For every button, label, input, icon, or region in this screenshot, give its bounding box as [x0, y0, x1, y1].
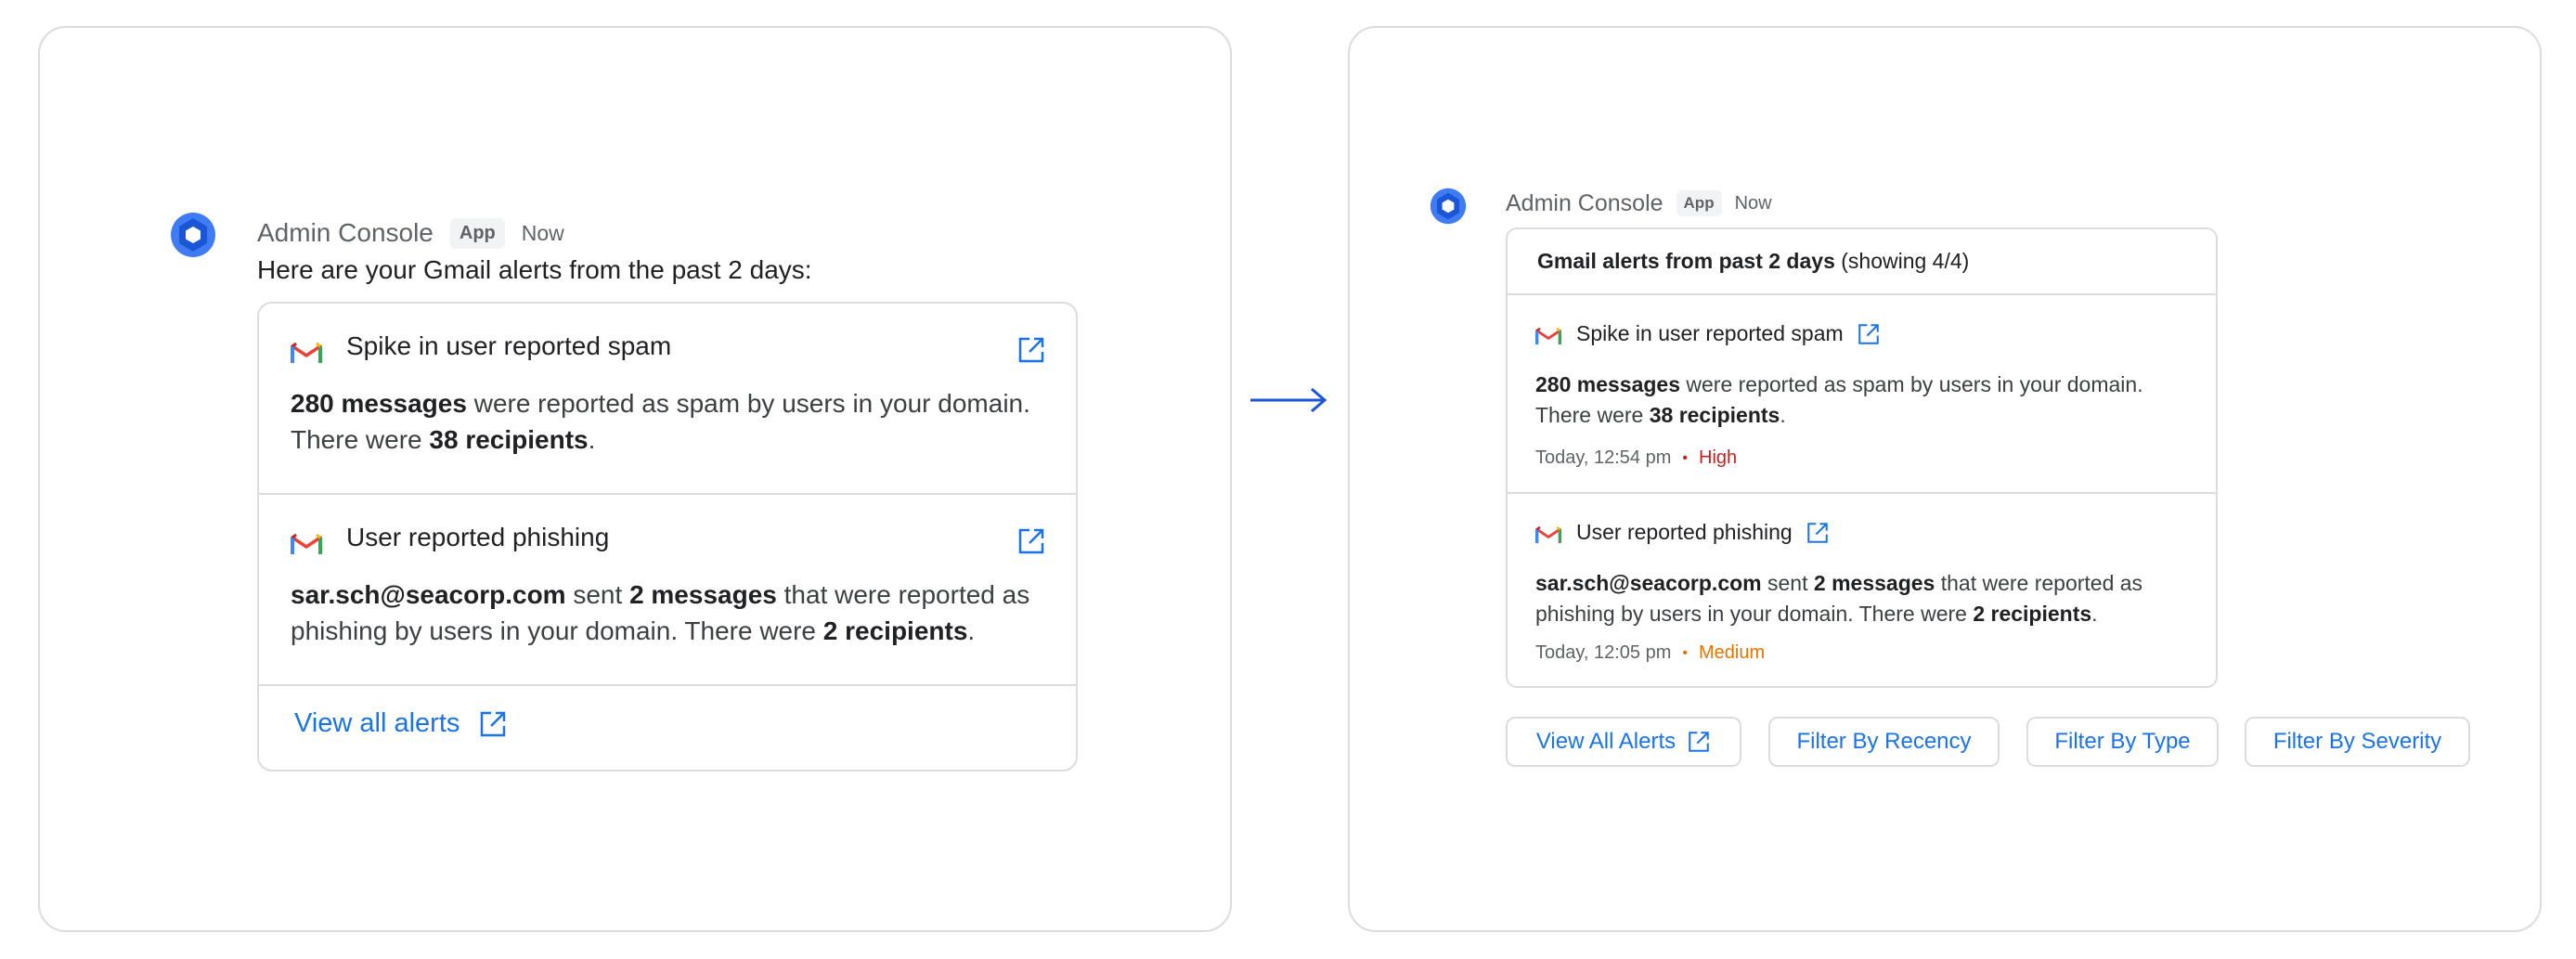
after-panel: Admin Console App Now Gmail alerts from …	[1348, 26, 2542, 932]
alert-body: 280 messages were reported as spam by us…	[1535, 372, 2143, 427]
alerts-card: Gmail alerts from past 2 days (showing 4…	[1506, 227, 2218, 688]
message-meta: Admin Console App Now	[1506, 188, 1772, 219]
alert-title: Spike in user reported spam	[1576, 321, 1881, 346]
view-all-label[interactable]: View all alerts	[294, 708, 460, 739]
admin-console-avatar-icon	[170, 212, 216, 258]
alerts-card: Spike in user reported spam 280 messages…	[257, 302, 1078, 771]
open-in-new-icon[interactable]	[1857, 322, 1881, 346]
app-badge: App	[1676, 190, 1722, 216]
message-time: Now	[521, 220, 564, 245]
gmail-icon	[291, 533, 322, 554]
intro-text: Here are your Gmail alerts from the past…	[257, 255, 812, 284]
card-header-title: Gmail alerts from past 2 days (showing 4…	[1537, 249, 1970, 273]
open-in-new-icon[interactable]	[1806, 521, 1830, 545]
alert-title: User reported phishing	[1576, 520, 1830, 545]
separator-dot: •	[1682, 644, 1688, 661]
sender-name: Admin Console	[1506, 189, 1663, 216]
gmail-icon	[1535, 327, 1561, 345]
open-in-new-icon[interactable]	[478, 709, 508, 739]
chip-label[interactable]: View All Alerts	[1536, 729, 1676, 755]
alert-item: Spike in user reported spam 280 messages…	[1508, 295, 2216, 494]
app-badge: App	[449, 217, 505, 249]
alert-timestamp: Today, 12:54 pm	[1535, 447, 1672, 468]
severity-label: High	[1699, 447, 1738, 468]
before-panel: Admin Console App Now Here are your Gmai…	[38, 26, 1232, 932]
filter-by-severity-button[interactable]: Filter By Severity	[2245, 717, 2470, 767]
alert-timestamp: Today, 12:05 pm	[1535, 642, 1672, 663]
view-all-alerts-link[interactable]: View all alerts	[294, 708, 508, 739]
arrow-right-icon	[1250, 387, 1327, 413]
message-time: Now	[1734, 192, 1772, 214]
view-all-alerts-button[interactable]: View All Alerts	[1506, 717, 1741, 767]
alert-meta: Today, 12:05 pm • Medium	[1535, 642, 1765, 664]
alert-title: User reported phishing	[346, 523, 610, 551]
card-footer: View all alerts	[259, 686, 1076, 770]
admin-console-avatar-icon	[1430, 188, 1467, 225]
gmail-icon	[291, 342, 322, 363]
alert-body: sar.sch@seacorp.com sent 2 messages that…	[291, 580, 1030, 645]
alert-body: sar.sch@seacorp.com sent 2 messages that…	[1535, 571, 2143, 626]
sender-name: Admin Console	[257, 218, 434, 247]
alert-item: User reported phishing sar.sch@seacorp.c…	[1508, 494, 2216, 686]
open-in-new-icon[interactable]	[1016, 335, 1046, 365]
filter-by-recency-button[interactable]: Filter By Recency	[1768, 717, 2000, 767]
alert-item: Spike in user reported spam 280 messages…	[259, 304, 1076, 495]
open-in-new-icon[interactable]	[1016, 526, 1046, 556]
separator-dot: •	[1682, 449, 1688, 466]
alert-meta: Today, 12:54 pm • High	[1535, 447, 1737, 469]
card-header: Gmail alerts from past 2 days (showing 4…	[1508, 229, 2216, 295]
message-meta: Admin Console App Now	[257, 214, 564, 253]
filter-by-type-button[interactable]: Filter By Type	[2026, 717, 2219, 767]
severity-label: Medium	[1699, 642, 1766, 663]
alert-body: 280 messages were reported as spam by us…	[291, 389, 1030, 454]
alert-item: User reported phishing sar.sch@seacorp.c…	[259, 495, 1076, 686]
alert-title: Spike in user reported spam	[346, 331, 672, 360]
open-in-new-icon[interactable]	[1687, 730, 1711, 754]
gmail-icon	[1535, 525, 1561, 544]
